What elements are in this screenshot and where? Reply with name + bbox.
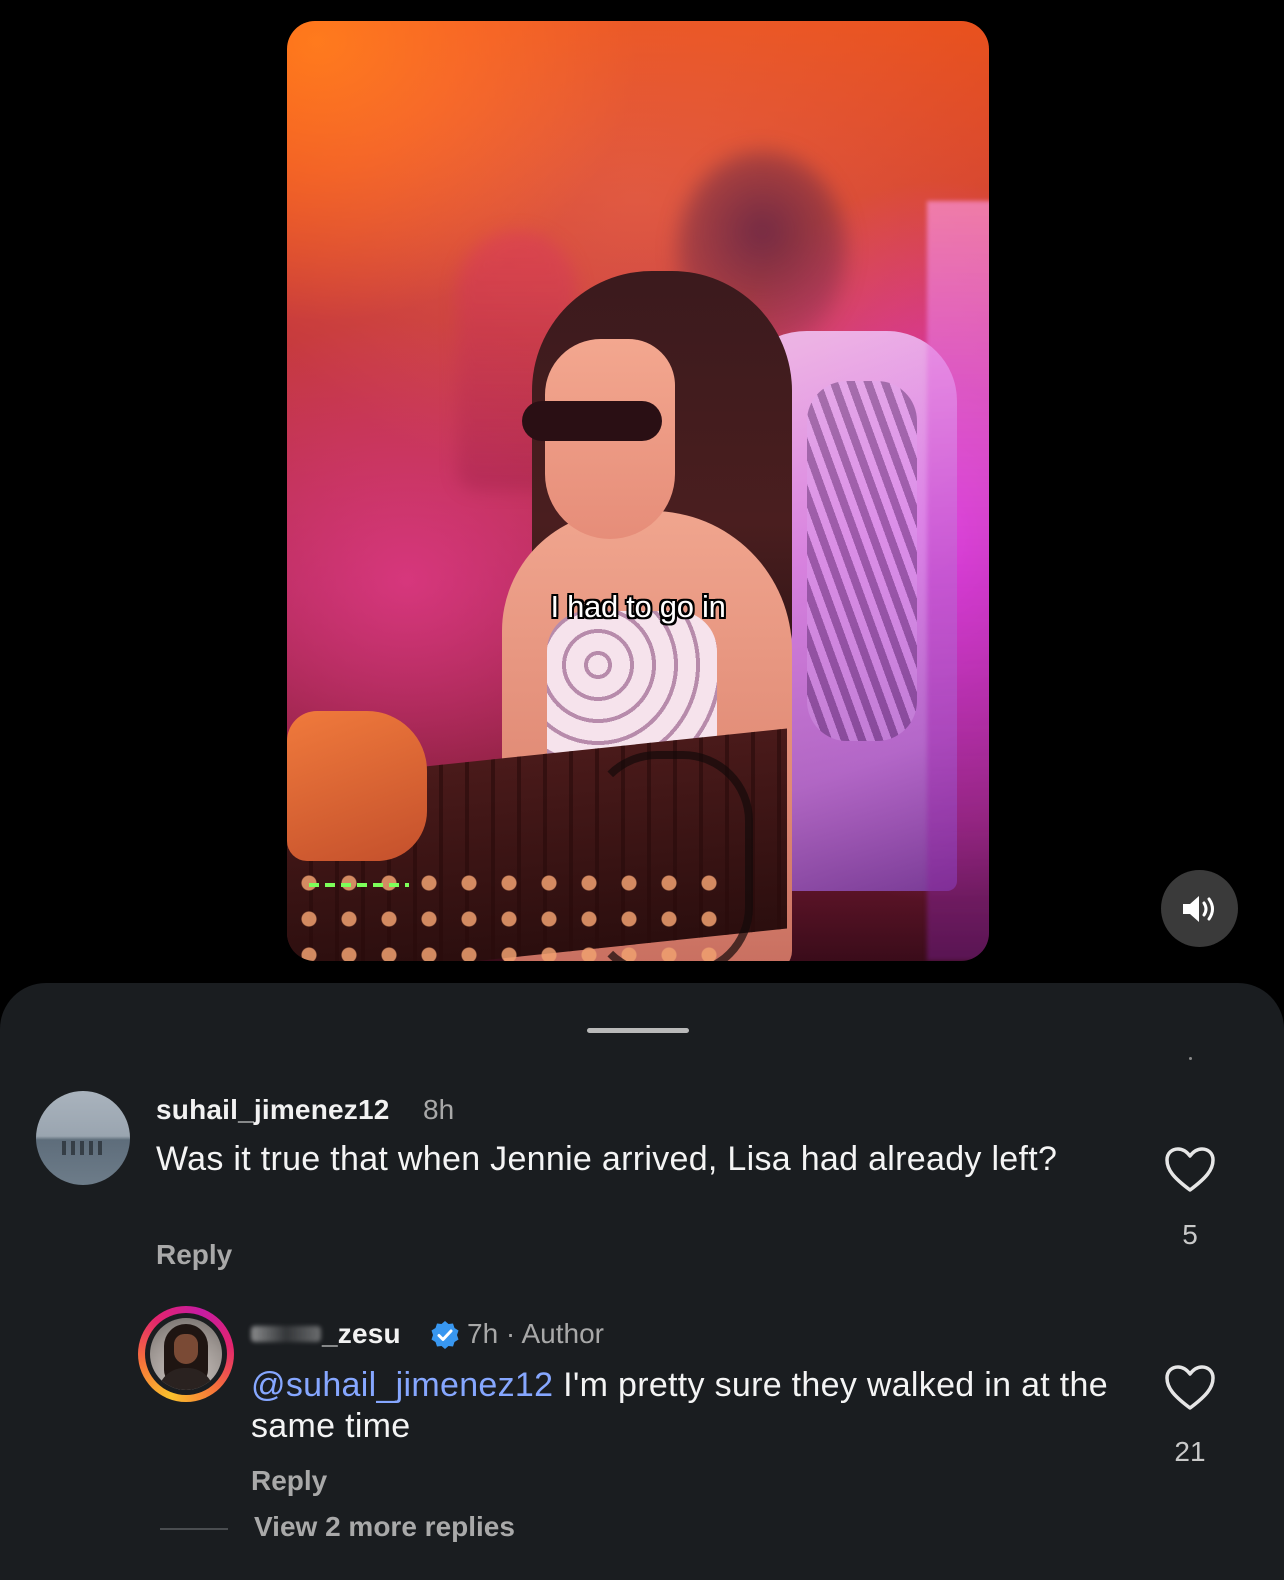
comment-username[interactable]: suhail_jimenez12 — [156, 1094, 390, 1126]
avatar-beach-figures — [62, 1141, 102, 1155]
reply-button[interactable]: Reply — [156, 1239, 232, 1271]
speaker-on-icon — [1182, 895, 1214, 922]
video-woman-sunglasses — [522, 401, 662, 441]
sound-toggle-button[interactable] — [1161, 870, 1238, 947]
video-right-person — [927, 201, 989, 961]
verified-badge-icon — [431, 1321, 459, 1349]
video-mixer-lights — [309, 883, 409, 887]
instagram-reel-comments-screen: I had to go in suhail_jimenez12 8h Was i… — [0, 0, 1284, 1580]
comment-text: Was it true that when Jennie arrived, Li… — [156, 1140, 1058, 1178]
reply-like-count: 21 — [1174, 1436, 1206, 1467]
reply-mention-link[interactable]: @suhail_jimenez12 — [251, 1366, 553, 1404]
view-more-replies-button[interactable]: View 2 more replies — [254, 1511, 515, 1543]
author-avatar[interactable] — [150, 1318, 222, 1390]
video-dj-hand — [287, 711, 427, 861]
heart-outline-icon[interactable] — [1164, 1146, 1216, 1194]
view-more-divider — [160, 1528, 228, 1530]
comments-sheet — [0, 983, 1284, 1580]
video-jacket-pattern — [807, 381, 917, 741]
sheet-drag-handle[interactable] — [587, 1028, 689, 1033]
heart-outline-icon[interactable] — [1164, 1364, 1216, 1412]
sheet-indicator-dot — [1189, 1057, 1192, 1060]
reply-meta: 7h · Author — [467, 1318, 604, 1349]
reply-username[interactable]: _zesu — [322, 1318, 401, 1350]
video-cables — [587, 751, 753, 961]
comment-timestamp: 8h — [423, 1094, 455, 1125]
commenter-avatar[interactable] — [36, 1091, 130, 1185]
video-caption: I had to go in — [550, 589, 726, 624]
blurred-username-prefix — [251, 1326, 321, 1342]
reply-text: @suhail_jimenez12 I'm pretty sure they w… — [251, 1365, 1131, 1447]
avatar-face — [174, 1334, 198, 1364]
reply-button[interactable]: Reply — [251, 1465, 327, 1497]
comment-like-count: 5 — [1182, 1219, 1198, 1250]
reel-video[interactable]: I had to go in — [287, 21, 989, 961]
